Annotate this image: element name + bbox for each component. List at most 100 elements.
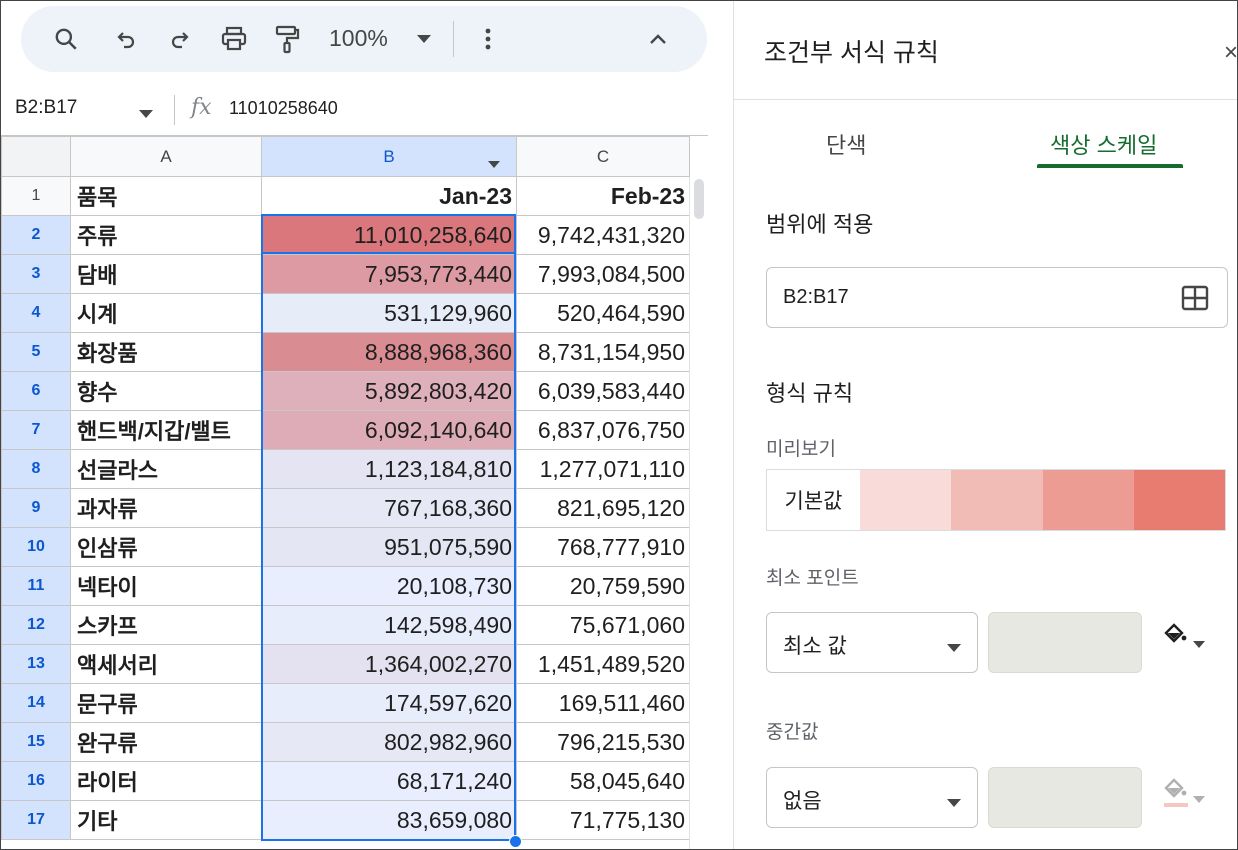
feb-cell[interactable]: 58,045,640 <box>516 761 690 801</box>
row-header[interactable]: 4 <box>1 293 71 333</box>
row-header[interactable]: 7 <box>1 410 71 450</box>
zoom-select[interactable]: 100% <box>329 25 388 52</box>
jan-cell[interactable]: 767,168,360 <box>261 488 517 528</box>
midpoint-value-input[interactable] <box>988 767 1142 828</box>
name-box[interactable]: B2:B17 <box>15 97 77 119</box>
close-icon[interactable]: × <box>1224 39 1237 67</box>
chevron-down-icon[interactable] <box>488 153 500 173</box>
range-input[interactable]: B2:B17 <box>766 267 1228 328</box>
feb-cell[interactable]: 1,277,071,110 <box>516 449 690 489</box>
feb-cell[interactable]: 7,993,084,500 <box>516 254 690 294</box>
print-icon[interactable] <box>215 20 253 58</box>
row-header[interactable]: 8 <box>1 449 71 489</box>
chevron-up-icon[interactable] <box>643 20 673 58</box>
row-header[interactable]: 3 <box>1 254 71 294</box>
jan-cell[interactable]: 1,364,002,270 <box>261 644 517 684</box>
midpoint-select[interactable]: 없음 <box>766 767 978 828</box>
feb-cell[interactable]: 1,451,489,520 <box>516 644 690 684</box>
feb-cell[interactable]: 796,215,530 <box>516 722 690 762</box>
feb-cell[interactable]: 75,671,060 <box>516 605 690 645</box>
row-header[interactable]: 16 <box>1 761 71 801</box>
row-header[interactable]: 12 <box>1 605 71 645</box>
search-icon[interactable] <box>49 20 83 58</box>
feb-cell[interactable]: 71,775,130 <box>516 800 690 840</box>
row-header[interactable]: 15 <box>1 722 71 762</box>
column-header-a[interactable]: A <box>70 136 262 177</box>
feb-cell[interactable]: 520,464,590 <box>516 293 690 333</box>
select-range-icon[interactable] <box>1181 285 1209 316</box>
cell-c1[interactable]: Feb-23 <box>516 176 690 216</box>
scrollbar-thumb[interactable] <box>694 179 704 219</box>
table-row: 3 담배 7,953,773,440 7,993,084,500 <box>1 254 690 294</box>
feb-cell[interactable]: 169,511,460 <box>516 683 690 723</box>
feb-cell[interactable]: 768,777,910 <box>516 527 690 567</box>
row-header[interactable]: 14 <box>1 683 71 723</box>
feb-cell[interactable]: 6,039,583,440 <box>516 371 690 411</box>
row-header[interactable]: 6 <box>1 371 71 411</box>
fill-color-icon[interactable] <box>1160 621 1210 661</box>
jan-cell[interactable]: 83,659,080 <box>261 800 517 840</box>
row-header[interactable]: 11 <box>1 566 71 606</box>
jan-cell[interactable]: 1,123,184,810 <box>261 449 517 489</box>
jan-cell[interactable]: 6,092,140,640 <box>261 410 517 450</box>
feb-cell[interactable]: 821,695,120 <box>516 488 690 528</box>
jan-cell[interactable]: 142,598,490 <box>261 605 517 645</box>
vertical-scrollbar[interactable] <box>689 177 708 849</box>
item-cell[interactable]: 화장품 <box>70 332 262 372</box>
row-header[interactable]: 17 <box>1 800 71 840</box>
jan-cell[interactable]: 531,129,960 <box>261 293 517 333</box>
jan-cell[interactable]: 7,953,773,440 <box>261 254 517 294</box>
row-header[interactable]: 10 <box>1 527 71 567</box>
item-cell[interactable]: 과자류 <box>70 488 262 528</box>
jan-cell[interactable]: 174,597,620 <box>261 683 517 723</box>
item-cell[interactable]: 액세서리 <box>70 644 262 684</box>
chevron-down-icon[interactable] <box>139 105 153 123</box>
item-cell[interactable]: 핸드백/지갑/밸트 <box>70 410 262 450</box>
item-cell[interactable]: 선글라스 <box>70 449 262 489</box>
min-point-value-input[interactable] <box>988 612 1142 673</box>
undo-icon[interactable] <box>109 20 143 58</box>
item-cell[interactable]: 기타 <box>70 800 262 840</box>
column-header-c[interactable]: C <box>516 136 690 177</box>
redo-icon[interactable] <box>163 20 197 58</box>
paint-format-icon[interactable] <box>269 20 305 58</box>
column-header-b[interactable]: B <box>261 136 517 177</box>
tab-single-color[interactable]: 단색 <box>826 128 866 160</box>
item-cell[interactable]: 라이터 <box>70 761 262 801</box>
item-cell[interactable]: 넥타이 <box>70 566 262 606</box>
row-header[interactable]: 13 <box>1 644 71 684</box>
formula-input[interactable]: 11010258640 <box>229 98 338 119</box>
cell-b1[interactable]: Jan-23 <box>261 176 517 216</box>
jan-cell[interactable]: 951,075,590 <box>261 527 517 567</box>
jan-cell[interactable]: 68,171,240 <box>261 761 517 801</box>
item-cell[interactable]: 시계 <box>70 293 262 333</box>
color-scale-preview[interactable]: 기본값 <box>766 469 1226 531</box>
cell-a1[interactable]: 품목 <box>70 176 262 216</box>
more-vert-icon[interactable] <box>473 20 503 58</box>
tab-color-scale[interactable]: 색상 스케일 <box>1050 128 1157 160</box>
feb-cell[interactable]: 8,731,154,950 <box>516 332 690 372</box>
fill-handle[interactable] <box>509 835 522 848</box>
item-cell[interactable]: 인삼류 <box>70 527 262 567</box>
item-cell[interactable]: 문구류 <box>70 683 262 723</box>
feb-cell[interactable]: 9,742,431,320 <box>516 215 690 255</box>
jan-cell[interactable]: 11,010,258,640 <box>261 215 517 255</box>
item-cell[interactable]: 담배 <box>70 254 262 294</box>
chevron-down-icon[interactable] <box>411 20 437 58</box>
item-cell[interactable]: 주류 <box>70 215 262 255</box>
feb-cell[interactable]: 20,759,590 <box>516 566 690 606</box>
item-cell[interactable]: 완구류 <box>70 722 262 762</box>
row-header[interactable]: 1 <box>1 176 71 216</box>
min-point-select[interactable]: 최소 값 <box>766 612 978 673</box>
item-cell[interactable]: 스카프 <box>70 605 262 645</box>
row-header[interactable]: 9 <box>1 488 71 528</box>
jan-cell[interactable]: 20,108,730 <box>261 566 517 606</box>
jan-cell[interactable]: 8,888,968,360 <box>261 332 517 372</box>
jan-cell[interactable]: 5,892,803,420 <box>261 371 517 411</box>
item-cell[interactable]: 향수 <box>70 371 262 411</box>
row-header[interactable]: 5 <box>1 332 71 372</box>
select-all-corner[interactable] <box>1 136 71 177</box>
row-header[interactable]: 2 <box>1 215 71 255</box>
feb-cell[interactable]: 6,837,076,750 <box>516 410 690 450</box>
jan-cell[interactable]: 802,982,960 <box>261 722 517 762</box>
